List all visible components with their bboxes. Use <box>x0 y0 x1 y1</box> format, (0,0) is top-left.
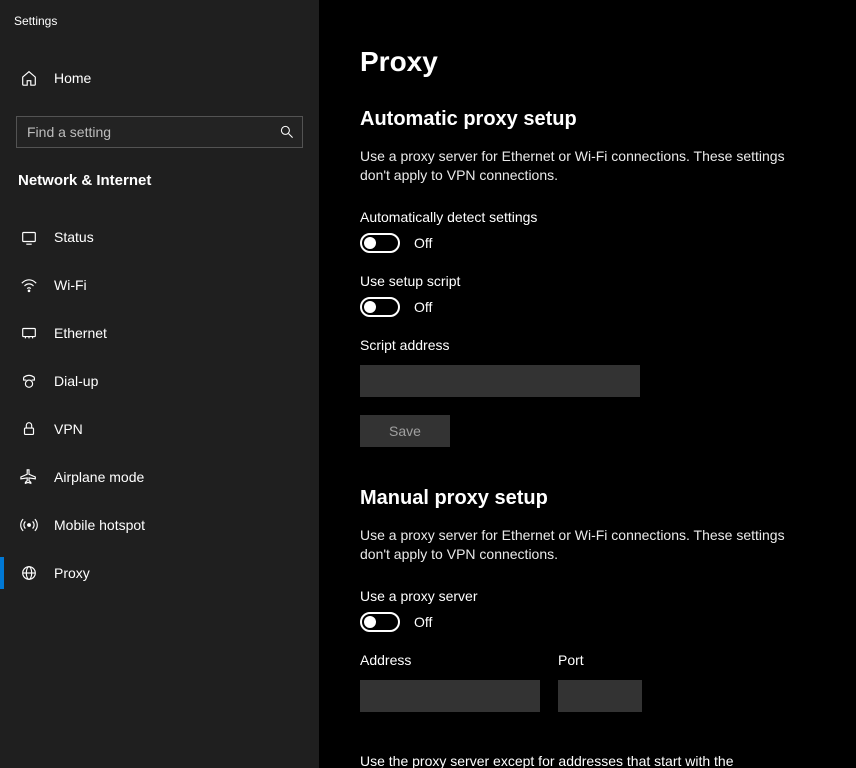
proxy-port-input[interactable] <box>558 680 642 712</box>
sidebar-item-label: Dial-up <box>54 373 98 389</box>
vpn-icon <box>20 420 38 438</box>
sidebar-item-dialup[interactable]: Dial-up <box>0 357 319 405</box>
sidebar-item-hotspot[interactable]: Mobile hotspot <box>0 501 319 549</box>
setup-script-state: Off <box>414 299 432 315</box>
address-label: Address <box>360 652 540 668</box>
sidebar-item-vpn[interactable]: VPN <box>0 405 319 453</box>
use-proxy-toggle[interactable] <box>360 612 400 632</box>
auto-detect-toggle[interactable] <box>360 233 400 253</box>
sidebar-item-wifi[interactable]: Wi-Fi <box>0 261 319 309</box>
sidebar-item-label: Wi-Fi <box>54 277 87 293</box>
section-desc-auto: Use a proxy server for Ethernet or Wi-Fi… <box>360 147 790 185</box>
script-address-input[interactable] <box>360 365 640 397</box>
sidebar: Settings Home Network & Internet Status … <box>0 0 320 768</box>
sidebar-item-label: Status <box>54 229 94 245</box>
search-container <box>16 116 303 148</box>
dialup-icon <box>20 372 38 390</box>
sidebar-item-status[interactable]: Status <box>0 213 319 261</box>
home-icon <box>20 69 38 87</box>
main-panel: Proxy Automatic proxy setup Use a proxy … <box>320 0 856 768</box>
wifi-icon <box>20 276 38 294</box>
search-input[interactable] <box>16 116 303 148</box>
nav-home-label: Home <box>54 70 91 86</box>
use-proxy-state: Off <box>414 614 432 630</box>
script-address-label: Script address <box>360 337 816 353</box>
use-proxy-label: Use a proxy server <box>360 588 816 604</box>
exclude-text: Use the proxy server except for addresse… <box>360 752 790 768</box>
sidebar-item-label: Mobile hotspot <box>54 517 145 533</box>
sidebar-item-airplane[interactable]: Airplane mode <box>0 453 319 501</box>
app-title: Settings <box>0 8 319 38</box>
sidebar-item-label: Ethernet <box>54 325 107 341</box>
proxy-address-input[interactable] <box>360 680 540 712</box>
section-title-manual: Manual proxy setup <box>360 487 816 510</box>
section-desc-manual: Use a proxy server for Ethernet or Wi-Fi… <box>360 526 790 564</box>
port-label: Port <box>558 652 642 668</box>
airplane-icon <box>20 468 38 486</box>
nav-home[interactable]: Home <box>0 58 319 98</box>
proxy-icon <box>20 564 38 582</box>
ethernet-icon <box>20 324 38 342</box>
sidebar-item-ethernet[interactable]: Ethernet <box>0 309 319 357</box>
setup-script-label: Use setup script <box>360 273 816 289</box>
section-title-auto: Automatic proxy setup <box>360 108 816 131</box>
save-button[interactable]: Save <box>360 415 450 447</box>
sidebar-item-label: Proxy <box>54 565 90 581</box>
page-title: Proxy <box>360 46 816 78</box>
auto-detect-label: Automatically detect settings <box>360 209 816 225</box>
hotspot-icon <box>20 516 38 534</box>
auto-detect-state: Off <box>414 235 432 251</box>
setup-script-toggle[interactable] <box>360 297 400 317</box>
sidebar-item-label: Airplane mode <box>54 469 144 485</box>
sidebar-item-proxy[interactable]: Proxy <box>0 549 319 597</box>
status-icon <box>20 228 38 246</box>
sidebar-item-label: VPN <box>54 421 83 437</box>
sidebar-nav: Status Wi-Fi Ethernet Dial-up VPN <box>0 213 319 597</box>
search-icon <box>279 124 295 140</box>
category-title: Network & Internet <box>0 172 319 207</box>
